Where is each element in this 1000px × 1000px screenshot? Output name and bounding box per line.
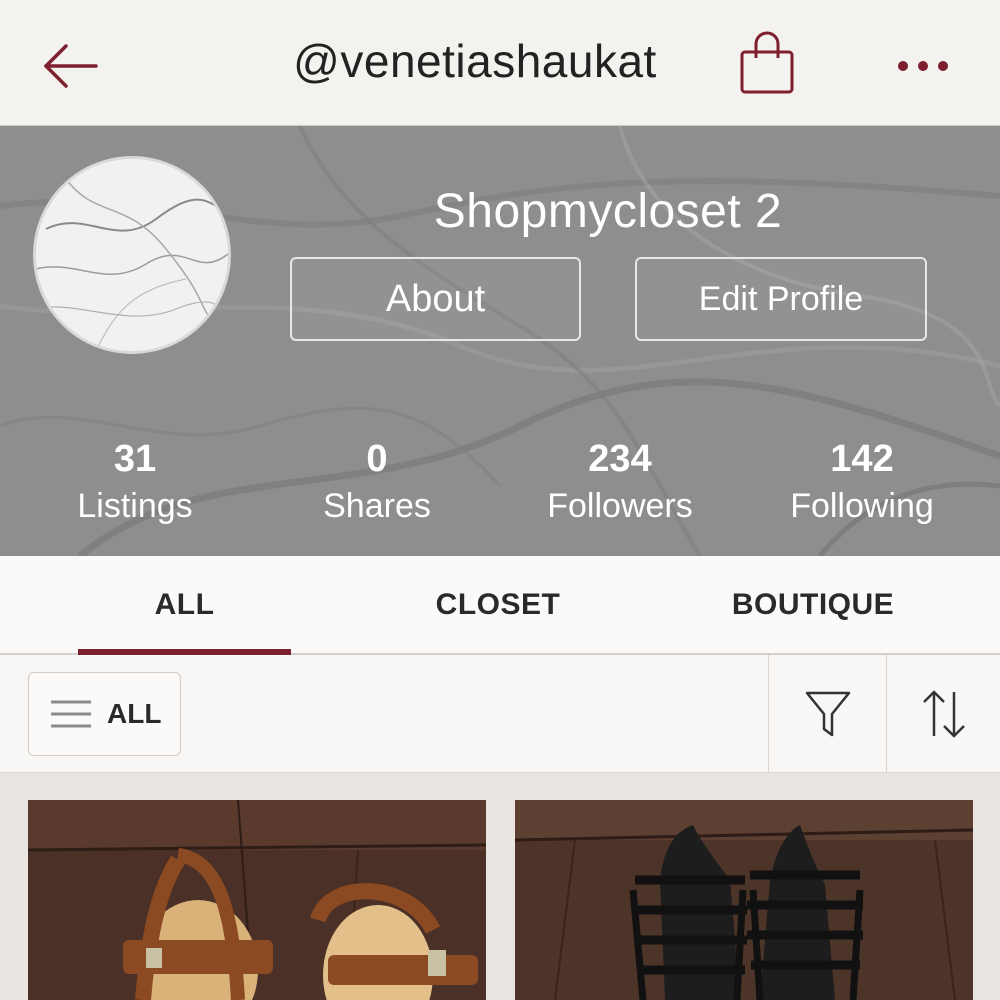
listing-card[interactable] bbox=[515, 800, 973, 1000]
top-bar: @venetiashaukat bbox=[0, 0, 1000, 126]
funnel-icon bbox=[805, 691, 851, 736]
shopping-bag-button[interactable] bbox=[736, 30, 798, 96]
sort-button[interactable] bbox=[888, 655, 1000, 772]
stat-following[interactable]: 142 Following bbox=[742, 436, 982, 530]
stat-label: Followers bbox=[547, 487, 693, 525]
arrow-left-icon bbox=[44, 44, 98, 88]
tab-all[interactable]: ALL bbox=[78, 556, 291, 655]
stat-followers[interactable]: 234 Followers bbox=[500, 436, 740, 530]
listing-card[interactable] bbox=[28, 800, 486, 1000]
avatar[interactable] bbox=[33, 156, 231, 354]
back-button[interactable] bbox=[40, 36, 104, 96]
sort-arrows-icon bbox=[923, 689, 965, 738]
tab-closet[interactable]: CLOSET bbox=[380, 556, 616, 653]
stat-value: 234 bbox=[588, 438, 652, 480]
profile-header: Shopmycloset 2 About Edit Profile 31 Lis… bbox=[0, 126, 1000, 556]
hamburger-icon bbox=[51, 700, 91, 728]
closet-name: Shopmycloset 2 bbox=[433, 185, 783, 238]
stat-value: 31 bbox=[113, 438, 157, 480]
about-button[interactable]: About bbox=[290, 257, 581, 341]
more-dots-icon bbox=[898, 61, 948, 71]
page-title: @venetiashaukat bbox=[293, 35, 657, 87]
stat-label: Shares bbox=[323, 487, 431, 525]
category-label: ALL bbox=[107, 698, 162, 729]
stat-label: Following bbox=[790, 487, 934, 525]
filter-bar: ALL bbox=[0, 655, 1000, 773]
avatar-image bbox=[36, 159, 228, 351]
category-menu-button[interactable]: ALL bbox=[28, 672, 181, 756]
stat-value: 142 bbox=[830, 438, 894, 480]
divider bbox=[886, 655, 887, 772]
listing-image bbox=[28, 800, 486, 1000]
stat-label: Listings bbox=[77, 487, 193, 525]
edit-profile-button[interactable]: Edit Profile bbox=[635, 257, 927, 341]
listing-image bbox=[515, 800, 973, 1000]
stat-value: 0 bbox=[366, 438, 388, 480]
shopping-bag-icon bbox=[740, 31, 794, 94]
divider bbox=[768, 655, 769, 772]
tab-boutique[interactable]: BOUTIQUE bbox=[700, 556, 926, 653]
filter-button[interactable] bbox=[770, 655, 886, 772]
more-button[interactable] bbox=[890, 44, 960, 88]
stat-listings[interactable]: 31 Listings bbox=[15, 436, 255, 530]
stat-shares[interactable]: 0 Shares bbox=[257, 436, 497, 530]
closet-tabs: ALL CLOSET BOUTIQUE bbox=[0, 556, 1000, 655]
